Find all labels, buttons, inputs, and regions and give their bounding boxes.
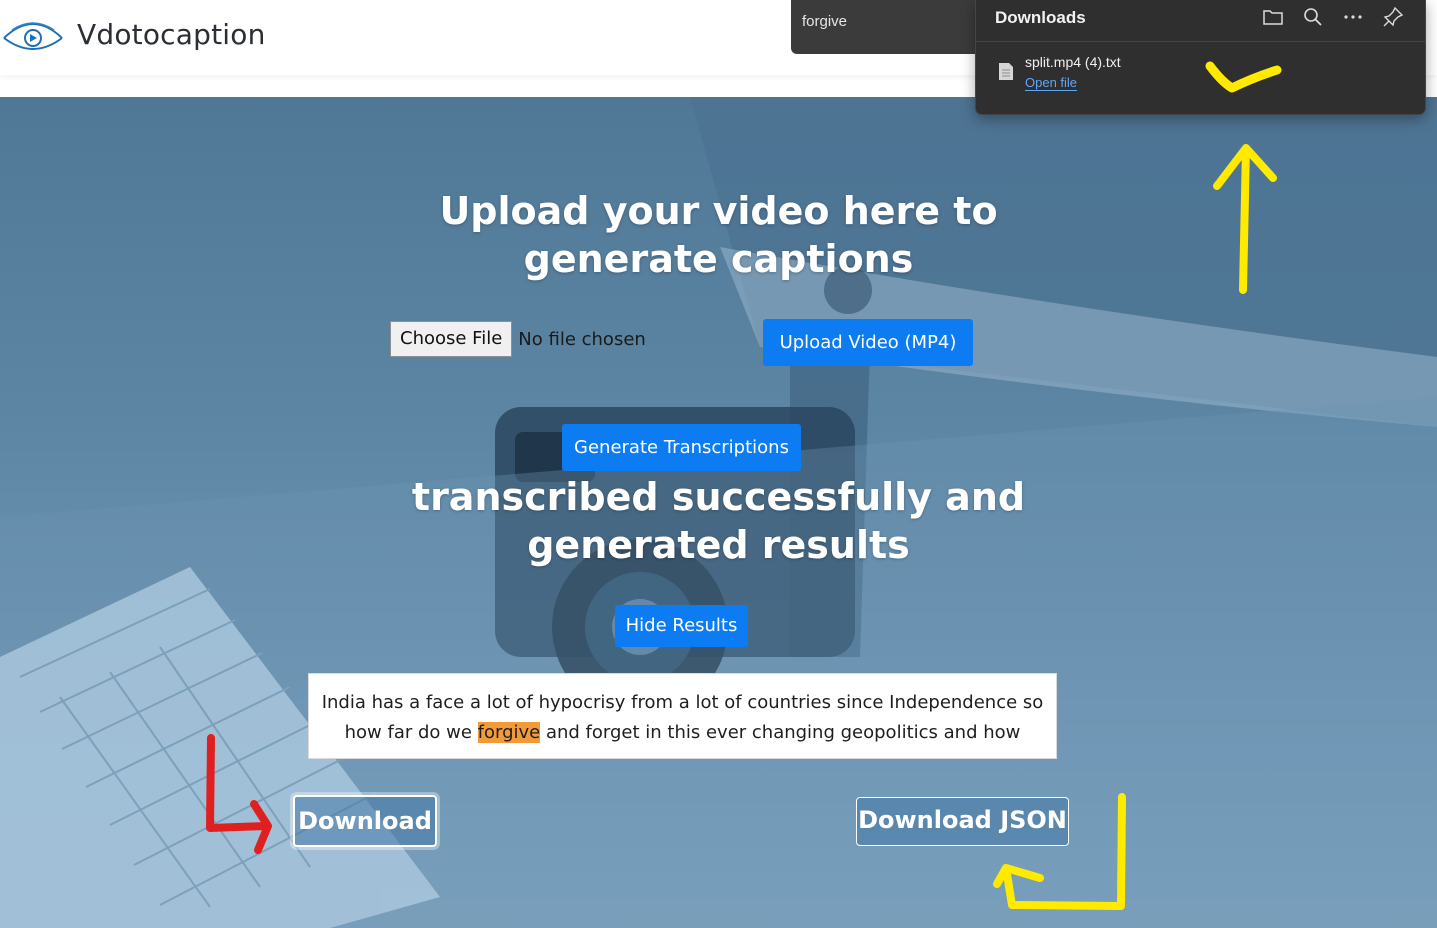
pin-icon[interactable] [1382,6,1404,28]
download-file-name[interactable]: split.mp4 (4).txt [1025,54,1121,70]
download-button[interactable]: Download [293,795,437,847]
file-picker[interactable]: Choose File No file chosen [390,321,646,357]
choose-file-button[interactable]: Choose File [390,321,513,357]
hero-section: Upload your video here to generate capti… [0,97,1437,928]
more-icon[interactable] [1342,6,1364,28]
brand-name[interactable]: Vdotocaption [77,18,266,51]
eye-play-logo-icon[interactable] [2,14,64,56]
download-json-button[interactable]: Download JSON [856,797,1069,846]
transcript-text-rest: and forget in this ever changing geopoli… [540,722,1021,743]
file-icon [999,63,1013,80]
generate-transcriptions-button[interactable]: Generate Transcriptions [562,424,801,471]
downloads-panel: Downloads split.mp4 (4).txt Open file [975,0,1426,115]
file-status-text: No file chosen [518,328,646,350]
page-headline: Upload your video here to generate capti… [439,189,998,281]
status-headline: transcribed successfully and generated r… [411,475,1026,567]
upload-video-button[interactable]: Upload Video (MP4) [763,319,973,366]
search-icon[interactable] [1302,6,1324,28]
transcript-box: India has a face a lot of hypocrisy from… [308,673,1057,759]
find-input[interactable]: forgive [802,13,847,30]
search-highlight: forgive [477,722,541,743]
hide-results-button[interactable]: Hide Results [615,605,748,647]
folder-icon[interactable] [1262,6,1284,28]
downloads-title: Downloads [995,8,1086,27]
panel-divider [976,41,1425,42]
open-file-link[interactable]: Open file [1025,75,1078,91]
find-bar[interactable]: forgive [791,0,991,54]
